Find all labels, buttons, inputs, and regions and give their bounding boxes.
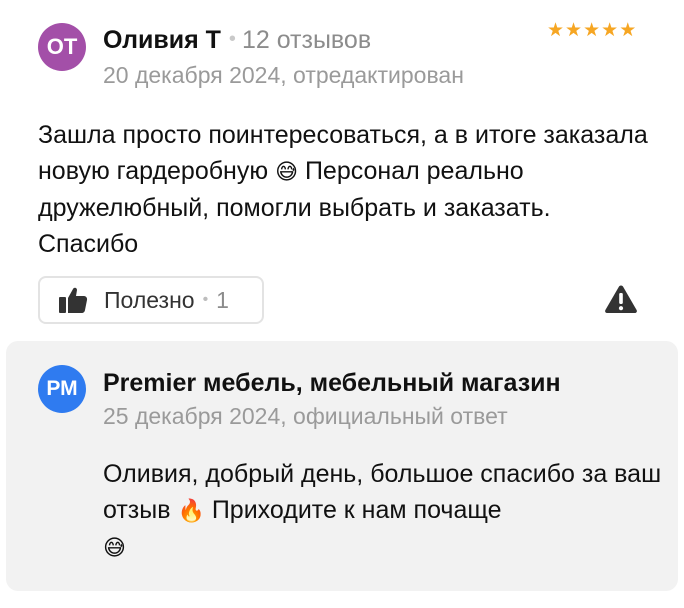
business-name[interactable]: Premier мебель, мебельный магазин [103, 369, 561, 398]
sweat-smile-emoji-icon: 😅 [103, 535, 126, 560]
fire-emoji-icon: 🔥 [177, 498, 205, 523]
report-warning-icon[interactable] [604, 284, 638, 314]
star-icon: ★ [565, 20, 583, 41]
helpful-label: Полезно [104, 286, 195, 313]
reply-text-part2: Приходите к нам почаще [204, 496, 502, 524]
reply-date: 25 декабря 2024, официальный ответ [103, 403, 508, 429]
review-date: 20 декабря 2024, отредактирован [103, 62, 464, 88]
author-avatar[interactable]: ОТ [38, 23, 86, 71]
business-reply: РМ Premier мебель, мебельный магазин 25 … [6, 341, 678, 591]
star-icon: ★ [547, 20, 565, 41]
separator-dot: • [202, 291, 209, 308]
separator-dot: • [228, 28, 236, 50]
author-name[interactable]: Оливия Т [103, 26, 221, 54]
thumbs-up-icon [59, 287, 88, 313]
rating-stars: ★ ★ ★ ★ ★ [547, 20, 636, 42]
review-text: Зашла просто поинтересоваться, а в итоге… [38, 117, 648, 262]
sweat-smile-emoji-icon: 😅 [275, 159, 298, 184]
business-avatar[interactable]: РМ [38, 365, 86, 413]
reply-text: Оливия, добрый день, большое спасибо за … [103, 456, 663, 566]
review-card: ОТ Оливия Т • 12 отзывов 20 декабря 2024, … [0, 0, 684, 330]
star-icon: ★ [601, 20, 619, 41]
helpful-count: 1 [216, 286, 229, 313]
star-icon: ★ [619, 20, 637, 41]
author-row: Оливия Т • 12 отзывов [103, 26, 371, 55]
star-icon: ★ [583, 20, 601, 41]
helpful-button[interactable]: Полезно • 1 [38, 276, 264, 324]
reviews-count: 12 отзывов [241, 26, 372, 54]
